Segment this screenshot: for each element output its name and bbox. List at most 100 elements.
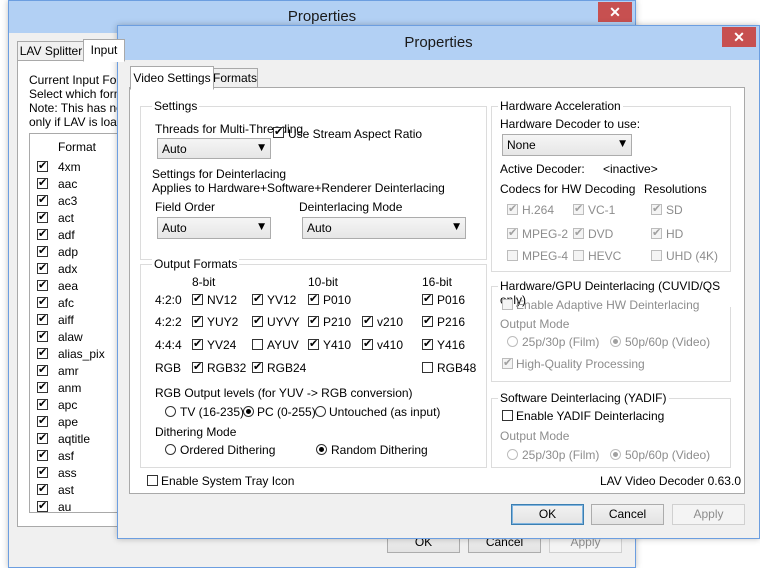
yuy2-checkbox[interactable] — [192, 314, 203, 328]
p016-checkbox[interactable] — [422, 292, 433, 306]
cancel-button[interactable]: Cancel — [591, 504, 664, 525]
y410-checkbox[interactable] — [308, 337, 319, 351]
list-item[interactable]: alaw — [30, 328, 130, 345]
rgb24-checkbox[interactable] — [252, 360, 263, 374]
hq-processing-checkbox[interactable] — [502, 356, 513, 370]
format-checkbox[interactable] — [37, 448, 48, 462]
apply-button[interactable]: Apply — [672, 504, 745, 525]
list-item[interactable]: aiff — [30, 311, 130, 328]
pc-range-radio[interactable] — [243, 406, 254, 417]
ok-button[interactable]: OK — [511, 504, 584, 525]
yv12-checkbox[interactable] — [252, 292, 263, 306]
uhd-label: UHD (4K) — [666, 249, 719, 263]
format-checkbox[interactable] — [37, 363, 48, 377]
y416-checkbox[interactable] — [422, 337, 433, 351]
hw-decoder-select[interactable]: None ▼ — [502, 134, 632, 156]
back-tab-lav-splitter[interactable]: LAV Splitter — [17, 41, 85, 62]
list-item[interactable]: adf — [30, 226, 130, 243]
yadif-checkbox[interactable] — [502, 410, 513, 421]
stream-aspect-checkbox[interactable] — [273, 125, 284, 139]
active-decoder-value: <inactive> — [603, 162, 658, 176]
list-item[interactable]: apc — [30, 396, 130, 413]
format-checkbox[interactable] — [37, 312, 48, 326]
adaptive-hw-deint-checkbox[interactable] — [502, 299, 513, 310]
list-item[interactable]: alias_pix — [30, 345, 130, 362]
format-checkbox[interactable] — [37, 346, 48, 360]
field-order-select[interactable]: Auto ▼ — [157, 217, 271, 239]
tab-video-settings[interactable]: Video Settings — [130, 66, 214, 90]
list-item[interactable]: asf — [30, 447, 130, 464]
format-checkbox[interactable] — [37, 278, 48, 292]
list-item[interactable]: au — [30, 498, 130, 512]
list-item[interactable]: aea — [30, 277, 130, 294]
format-checkbox[interactable] — [37, 193, 48, 207]
p216-checkbox[interactable] — [422, 314, 433, 328]
chevron-down-icon: ▼ — [453, 222, 460, 232]
format-checkbox[interactable] — [37, 159, 48, 173]
format-checkbox[interactable] — [37, 176, 48, 190]
back-close-button[interactable]: ✕ — [598, 2, 632, 22]
format-checkbox[interactable] — [37, 465, 48, 479]
format-checkbox[interactable] — [37, 295, 48, 309]
format-checkbox[interactable] — [37, 499, 48, 512]
list-item[interactable]: aac — [30, 175, 130, 192]
list-item[interactable]: afc — [30, 294, 130, 311]
vc1-checkbox[interactable] — [573, 202, 584, 216]
h264-checkbox[interactable] — [507, 202, 518, 216]
ayuv-checkbox[interactable] — [252, 339, 263, 350]
format-checkbox[interactable] — [37, 227, 48, 241]
untouched-radio[interactable] — [315, 406, 326, 417]
sw-video-radio[interactable] — [610, 449, 621, 460]
format-checkbox[interactable] — [37, 431, 48, 445]
dvd-checkbox[interactable] — [573, 226, 584, 240]
back-tab-input[interactable]: Input — [83, 39, 125, 62]
format-checkbox[interactable] — [37, 329, 48, 343]
uyvy-checkbox[interactable] — [252, 314, 263, 328]
list-item[interactable]: ape — [30, 413, 130, 430]
list-item[interactable]: adx — [30, 260, 130, 277]
format-checkbox[interactable] — [37, 380, 48, 394]
format-checkbox[interactable] — [37, 261, 48, 275]
sd-checkbox[interactable] — [651, 202, 662, 216]
p010-checkbox[interactable] — [308, 292, 319, 306]
close-button[interactable]: ✕ — [722, 27, 756, 47]
list-item[interactable]: amr — [30, 362, 130, 379]
list-item[interactable]: anm — [30, 379, 130, 396]
list-item[interactable]: adp — [30, 243, 130, 260]
mpeg2-checkbox[interactable] — [507, 226, 518, 240]
ordered-dither-radio[interactable] — [165, 444, 176, 455]
deint-mode-select[interactable]: Auto ▼ — [302, 217, 466, 239]
hevc-checkbox[interactable] — [573, 250, 584, 261]
hd-checkbox[interactable] — [651, 226, 662, 240]
nv12-checkbox[interactable] — [192, 292, 203, 306]
format-checkbox[interactable] — [37, 210, 48, 224]
list-item[interactable]: ass — [30, 464, 130, 481]
format-checkbox[interactable] — [37, 414, 48, 428]
list-item[interactable]: act — [30, 209, 130, 226]
tv-range-radio[interactable] — [165, 406, 176, 417]
format-list[interactable]: Format 4xm aac ac3 act adf adp adx aea afc aiff al… — [29, 133, 131, 513]
titlebar[interactable]: Properties — [118, 26, 759, 60]
format-checkbox[interactable] — [37, 397, 48, 411]
v410-checkbox[interactable] — [362, 337, 373, 351]
hw-film-radio[interactable] — [507, 336, 518, 347]
tab-formats[interactable]: Formats — [212, 68, 258, 89]
list-item[interactable]: ast — [30, 481, 130, 498]
list-item[interactable]: 4xm — [30, 158, 130, 175]
sw-film-radio[interactable] — [507, 449, 518, 460]
uhd-checkbox[interactable] — [651, 250, 662, 261]
threads-select[interactable]: Auto ▼ — [157, 138, 271, 159]
random-dither-radio[interactable] — [316, 444, 327, 455]
p210-checkbox[interactable] — [308, 314, 319, 328]
yv24-checkbox[interactable] — [192, 337, 203, 351]
format-checkbox[interactable] — [37, 244, 48, 258]
hw-video-radio[interactable] — [610, 336, 621, 347]
v210-checkbox[interactable] — [362, 314, 373, 328]
format-checkbox[interactable] — [37, 482, 48, 496]
list-item[interactable]: ac3 — [30, 192, 130, 209]
list-item[interactable]: aqtitle — [30, 430, 130, 447]
system-tray-checkbox[interactable] — [147, 475, 158, 486]
rgb32-checkbox[interactable] — [192, 360, 203, 374]
rgb48-checkbox[interactable] — [422, 362, 433, 373]
mpeg4-checkbox[interactable] — [507, 250, 518, 261]
